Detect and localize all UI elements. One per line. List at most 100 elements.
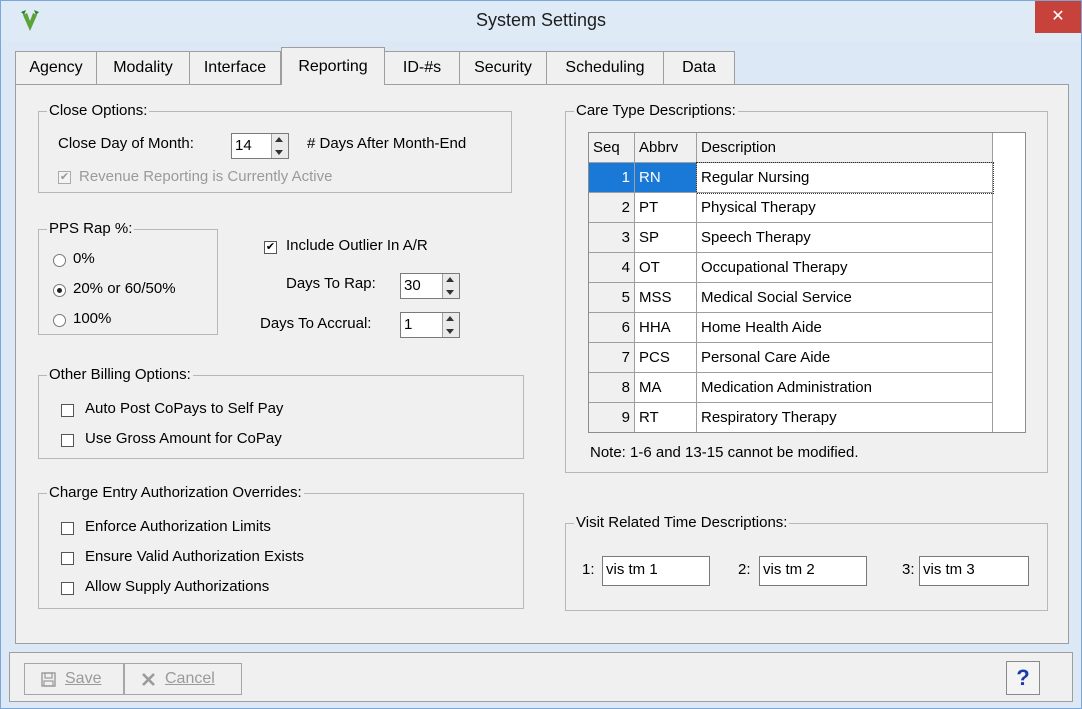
care-type-abbrv-cell[interactable]: HHA	[635, 313, 697, 343]
pps-20-radio[interactable]	[53, 284, 66, 297]
visit-time-group: Visit Related Time Descriptions: 1: vis …	[565, 514, 1048, 611]
cancel-button[interactable]: Cancel	[124, 663, 242, 695]
revenue-reporting-label: Revenue Reporting is Currently Active	[79, 168, 333, 185]
tab-scheduling[interactable]: Scheduling	[546, 51, 664, 85]
pps-100-radio[interactable]	[53, 314, 66, 327]
care-type-abbrv-cell[interactable]: RN	[635, 163, 697, 193]
button-bar: Save Cancel ?	[9, 652, 1073, 702]
care-type-description-cell[interactable]: Physical Therapy	[697, 193, 993, 223]
tab-agency[interactable]: Agency	[15, 51, 97, 85]
other-billing-title: Other Billing Options:	[47, 366, 193, 383]
auto-post-copays-label: Auto Post CoPays to Self Pay	[85, 400, 284, 417]
close-day-label: Close Day of Month:	[58, 135, 194, 152]
care-type-seq-cell[interactable]: 9	[589, 403, 635, 432]
care-type-description-cell[interactable]: Respiratory Therapy	[697, 403, 993, 432]
pps-rap-title: PPS Rap %:	[47, 220, 135, 237]
care-type-description-cell[interactable]: Speech Therapy	[697, 223, 993, 253]
tab-modality[interactable]: Modality	[96, 51, 190, 85]
spin-up-icon	[446, 316, 454, 321]
care-type-seq-cell[interactable]: 4	[589, 253, 635, 283]
auto-post-copays-checkbox[interactable]	[61, 404, 74, 417]
days-to-accrual-spinner[interactable]: 1	[400, 312, 460, 338]
enforce-authorization-checkbox[interactable]	[61, 522, 74, 535]
care-type-description-cell[interactable]: Personal Care Aide	[697, 343, 993, 373]
close-options-group: Close Options: Close Day of Month: 14 # …	[38, 102, 512, 193]
tab-reporting[interactable]: Reporting	[281, 47, 385, 85]
header-description: Description	[697, 133, 993, 163]
visit-time-2-label: 2:	[738, 561, 751, 578]
care-types-title: Care Type Descriptions:	[574, 102, 738, 119]
pps-0-radio[interactable]	[53, 254, 66, 267]
care-type-abbrv-cell[interactable]: SP	[635, 223, 697, 253]
days-to-rap-value: 30	[404, 277, 421, 294]
visit-time-1-label: 1:	[582, 561, 595, 578]
care-type-description-cell[interactable]: Medication Administration	[697, 373, 993, 403]
care-type-abbrv-cell[interactable]: PCS	[635, 343, 697, 373]
visit-time-3-input[interactable]: vis tm 3	[919, 556, 1029, 586]
spin-up-icon	[275, 137, 283, 142]
window-title: System Settings	[475, 10, 607, 30]
spin-down-icon	[446, 329, 454, 334]
care-type-abbrv-cell[interactable]: PT	[635, 193, 697, 223]
ensure-valid-authorization-checkbox[interactable]	[61, 552, 74, 565]
close-day-spin-buttons[interactable]	[271, 134, 288, 158]
spin-down-icon	[275, 150, 283, 155]
care-type-abbrv-cell[interactable]: RT	[635, 403, 697, 432]
care-type-abbrv-cell[interactable]: MA	[635, 373, 697, 403]
days-to-accrual-value: 1	[404, 316, 413, 333]
use-gross-amount-label: Use Gross Amount for CoPay	[85, 430, 282, 447]
days-after-label: # Days After Month-End	[307, 135, 467, 152]
spin-up-icon	[446, 277, 454, 282]
close-button[interactable]: ✕	[1035, 1, 1081, 33]
care-type-seq-cell[interactable]: 8	[589, 373, 635, 403]
tab-interface[interactable]: Interface	[189, 51, 281, 85]
care-type-description-cell[interactable]: Regular Nursing	[696, 162, 994, 194]
include-outlier-checkbox[interactable]: ✔	[264, 241, 277, 254]
save-label: Save	[65, 670, 102, 687]
help-button[interactable]: ?	[1006, 661, 1040, 695]
allow-supply-authorizations-label: Allow Supply Authorizations	[85, 578, 270, 595]
header-seq: Seq	[589, 133, 635, 163]
enforce-authorization-label: Enforce Authorization Limits	[85, 518, 271, 535]
grid-header: Seq Abbrv Description	[589, 133, 993, 163]
visit-time-2-input[interactable]: vis tm 2	[759, 556, 867, 586]
pps-rap-group: PPS Rap %: 0% 20% or 60/50% 100%	[38, 220, 218, 335]
reporting-panel: Close Options: Close Day of Month: 14 # …	[15, 84, 1069, 644]
use-gross-amount-checkbox[interactable]	[61, 434, 74, 447]
care-type-description-cell[interactable]: Medical Social Service	[697, 283, 993, 313]
days-to-rap-spinner[interactable]: 30	[400, 273, 460, 299]
care-types-note: Note: 1-6 and 13-15 cannot be modified.	[590, 444, 859, 461]
revenue-reporting-checkbox: ✔	[58, 171, 71, 184]
visit-time-1-input[interactable]: vis tm 1	[602, 556, 710, 586]
care-type-seq-cell[interactable]: 7	[589, 343, 635, 373]
header-abbrv: Abbrv	[635, 133, 697, 163]
care-type-seq-cell[interactable]: 6	[589, 313, 635, 343]
allow-supply-authorizations-checkbox[interactable]	[61, 582, 74, 595]
days-to-accrual-spin-buttons[interactable]	[442, 313, 459, 337]
care-type-abbrv-cell[interactable]: OT	[635, 253, 697, 283]
close-day-value: 14	[235, 137, 252, 154]
close-options-title: Close Options:	[47, 102, 150, 119]
care-type-seq-cell[interactable]: 1	[589, 163, 635, 193]
visit-time-title: Visit Related Time Descriptions:	[574, 514, 790, 531]
care-type-description-cell[interactable]: Occupational Therapy	[697, 253, 993, 283]
pps-100-label: 100%	[73, 310, 112, 327]
days-to-rap-spin-buttons[interactable]	[442, 274, 459, 298]
visit-time-3-label: 3:	[902, 561, 915, 578]
tab-id-numbers[interactable]: ID-#s	[384, 51, 460, 85]
save-button[interactable]: Save	[24, 663, 124, 695]
care-type-seq-cell[interactable]: 2	[589, 193, 635, 223]
include-outlier-label: Include Outlier In A/R	[286, 237, 428, 254]
close-day-spinner[interactable]: 14	[231, 133, 289, 159]
tab-data[interactable]: Data	[663, 51, 735, 85]
tab-security[interactable]: Security	[459, 51, 547, 85]
care-type-seq-cell[interactable]: 5	[589, 283, 635, 313]
x-mark-icon	[142, 673, 155, 686]
care-type-abbrv-cell[interactable]: MSS	[635, 283, 697, 313]
care-type-description-cell[interactable]: Home Health Aide	[697, 313, 993, 343]
spin-down-icon	[446, 290, 454, 295]
title-bar: System Settings ✕	[1, 1, 1081, 41]
care-type-seq-cell[interactable]: 3	[589, 223, 635, 253]
charge-entry-group: Charge Entry Authorization Overrides: En…	[38, 484, 524, 609]
care-types-grid[interactable]: Seq Abbrv Description 1 RN Regular Nursing…	[588, 132, 1026, 433]
